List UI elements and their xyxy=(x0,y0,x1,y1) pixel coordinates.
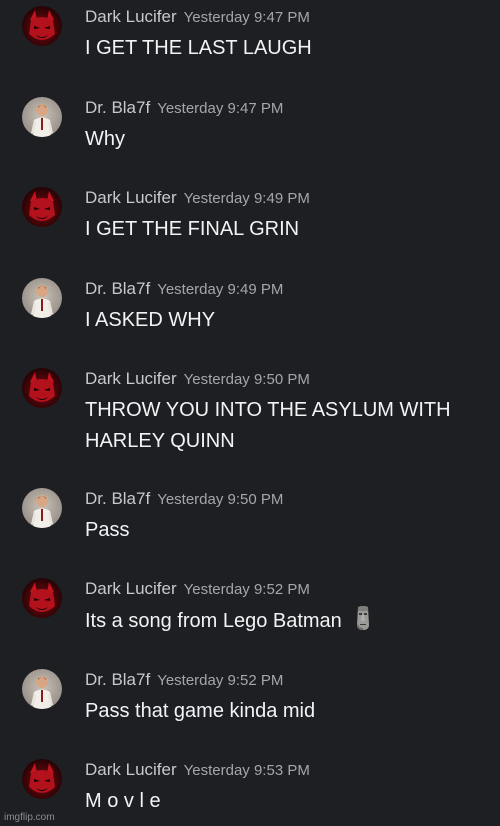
message-timestamp: Yesterday 9:52 PM xyxy=(183,581,310,598)
message-timestamp: Yesterday 9:47 PM xyxy=(157,100,284,117)
figure-avatar-icon[interactable] xyxy=(22,488,62,528)
message-text: I ASKED WHY xyxy=(85,309,216,331)
author-name[interactable]: Dark Lucifer xyxy=(85,369,177,388)
message-text: Why xyxy=(85,128,125,150)
moai-emoji-icon xyxy=(354,605,372,631)
message-text: M o v l e xyxy=(85,790,161,812)
message-text: Pass xyxy=(85,519,130,541)
message-text: I GET THE LAST LAUGH xyxy=(85,37,312,59)
author-name[interactable]: Dark Lucifer xyxy=(85,188,177,207)
message-header: Dr. Bla7f Yesterday 9:50 PM xyxy=(85,488,283,510)
author-name[interactable]: Dr. Bla7f xyxy=(85,489,150,508)
red-demon-avatar-icon[interactable] xyxy=(22,187,62,227)
figure-avatar-icon[interactable] xyxy=(22,278,62,318)
message-header: Dark Lucifer Yesterday 9:47 PM xyxy=(85,6,310,28)
author-name[interactable]: Dr. Bla7f xyxy=(85,279,150,298)
figure-avatar-icon[interactable] xyxy=(22,97,62,137)
message-timestamp: Yesterday 9:49 PM xyxy=(183,190,310,207)
message-header: Dark Lucifer Yesterday 9:53 PM xyxy=(85,759,310,781)
author-name[interactable]: Dr. Bla7f xyxy=(85,670,150,689)
message-timestamp: Yesterday 9:52 PM xyxy=(157,672,284,689)
figure-avatar-icon[interactable] xyxy=(22,669,62,709)
message-text: THROW YOU INTO THE ASYLUM WITH HARLEY QU… xyxy=(85,399,451,452)
message-timestamp: Yesterday 9:47 PM xyxy=(183,9,310,26)
message-text: Pass that game kinda mid xyxy=(85,700,316,722)
message-text-container: Its a song from Lego Batman xyxy=(85,605,497,637)
author-name[interactable]: Dark Lucifer xyxy=(85,579,177,598)
red-demon-avatar-icon[interactable] xyxy=(22,6,62,46)
watermark: imgflip.com xyxy=(4,812,55,823)
message-timestamp: Yesterday 9:49 PM xyxy=(157,281,284,298)
message-header: Dr. Bla7f Yesterday 9:47 PM xyxy=(85,97,283,119)
message-timestamp: Yesterday 9:53 PM xyxy=(183,762,310,779)
message-header: Dr. Bla7f Yesterday 9:49 PM xyxy=(85,278,283,300)
message-header: Dark Lucifer Yesterday 9:52 PM xyxy=(85,578,310,600)
red-demon-avatar-icon[interactable] xyxy=(22,578,62,618)
message-timestamp: Yesterday 9:50 PM xyxy=(157,491,284,508)
message-header: Dark Lucifer Yesterday 9:49 PM xyxy=(85,187,310,209)
author-name[interactable]: Dark Lucifer xyxy=(85,760,177,779)
red-demon-avatar-icon[interactable] xyxy=(22,759,62,799)
message-timestamp: Yesterday 9:50 PM xyxy=(183,371,310,388)
message-header: Dr. Bla7f Yesterday 9:52 PM xyxy=(85,669,283,691)
author-name[interactable]: Dr. Bla7f xyxy=(85,98,150,117)
red-demon-avatar-icon[interactable] xyxy=(22,368,62,408)
message-text: I GET THE FINAL GRIN xyxy=(85,218,300,240)
message-header: Dark Lucifer Yesterday 9:50 PM xyxy=(85,368,310,390)
author-name[interactable]: Dark Lucifer xyxy=(85,7,177,26)
message-text: Its a song from Lego Batman xyxy=(85,610,342,632)
